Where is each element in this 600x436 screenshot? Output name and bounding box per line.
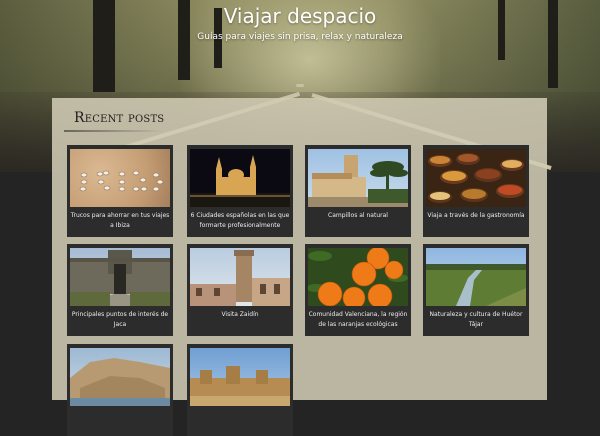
post-title[interactable]: Principales puntos de interés de Jaca bbox=[69, 310, 171, 330]
post-thumbnail-coastal-cliffs[interactable] bbox=[70, 348, 170, 406]
post-thumbnail-jaca-fortress[interactable] bbox=[70, 248, 170, 306]
post-title[interactable]: 6 Ciudades españolas en las que formarte… bbox=[189, 211, 291, 231]
post-title[interactable]: Trucos para ahorrar en tus viajes a Ibiz… bbox=[69, 211, 171, 231]
post-card[interactable]: Visita Zaidín bbox=[187, 244, 293, 336]
post-card[interactable]: Principales puntos de interés de Jaca bbox=[67, 244, 173, 336]
site-title[interactable]: Viajar despacio bbox=[0, 4, 600, 28]
section-underline bbox=[64, 130, 164, 132]
post-title[interactable]: Viaja a través de la gastronomía bbox=[425, 211, 527, 221]
post-title[interactable]: Campillos al natural bbox=[307, 211, 409, 221]
post-thumbnail-zaidin-tower[interactable] bbox=[190, 248, 290, 306]
post-card[interactable] bbox=[67, 344, 173, 436]
slider-indicator[interactable] bbox=[296, 84, 304, 87]
post-card[interactable]: Viaja a través de la gastronomía bbox=[423, 145, 529, 237]
site-tagline: Guías para viajes sin prisa, relax y nat… bbox=[197, 32, 403, 42]
post-thumbnail-castle-walls[interactable] bbox=[190, 348, 290, 406]
post-thumbnail-campillos-church[interactable] bbox=[308, 149, 408, 207]
section-title: Recent posts bbox=[74, 110, 165, 126]
recent-posts-panel: Recent posts Trucos para ahorrar en tus … bbox=[52, 98, 547, 436]
post-card[interactable] bbox=[187, 344, 293, 436]
post-thumbnail-oranges[interactable] bbox=[308, 248, 408, 306]
post-title[interactable]: Visita Zaidín bbox=[189, 310, 291, 320]
post-thumbnail-river-landscape[interactable] bbox=[426, 248, 526, 306]
post-card[interactable]: Campillos al natural bbox=[305, 145, 411, 237]
post-title[interactable]: Comunidad Valenciana, la región de las n… bbox=[307, 310, 409, 330]
post-card[interactable]: Naturaleza y cultura de Huétor Tájar bbox=[423, 244, 529, 336]
post-thumbnail-ibiza-sand[interactable] bbox=[70, 149, 170, 207]
post-thumbnail-night-basilica[interactable] bbox=[190, 149, 290, 207]
post-card[interactable]: Trucos para ahorrar en tus viajes a Ibiz… bbox=[67, 145, 173, 237]
post-thumbnail-spices-food[interactable] bbox=[426, 149, 526, 207]
post-title[interactable]: Naturaleza y cultura de Huétor Tájar bbox=[425, 310, 527, 330]
post-card[interactable]: Comunidad Valenciana, la región de las n… bbox=[305, 244, 411, 336]
post-card[interactable]: 6 Ciudades españolas en las que formarte… bbox=[187, 145, 293, 237]
